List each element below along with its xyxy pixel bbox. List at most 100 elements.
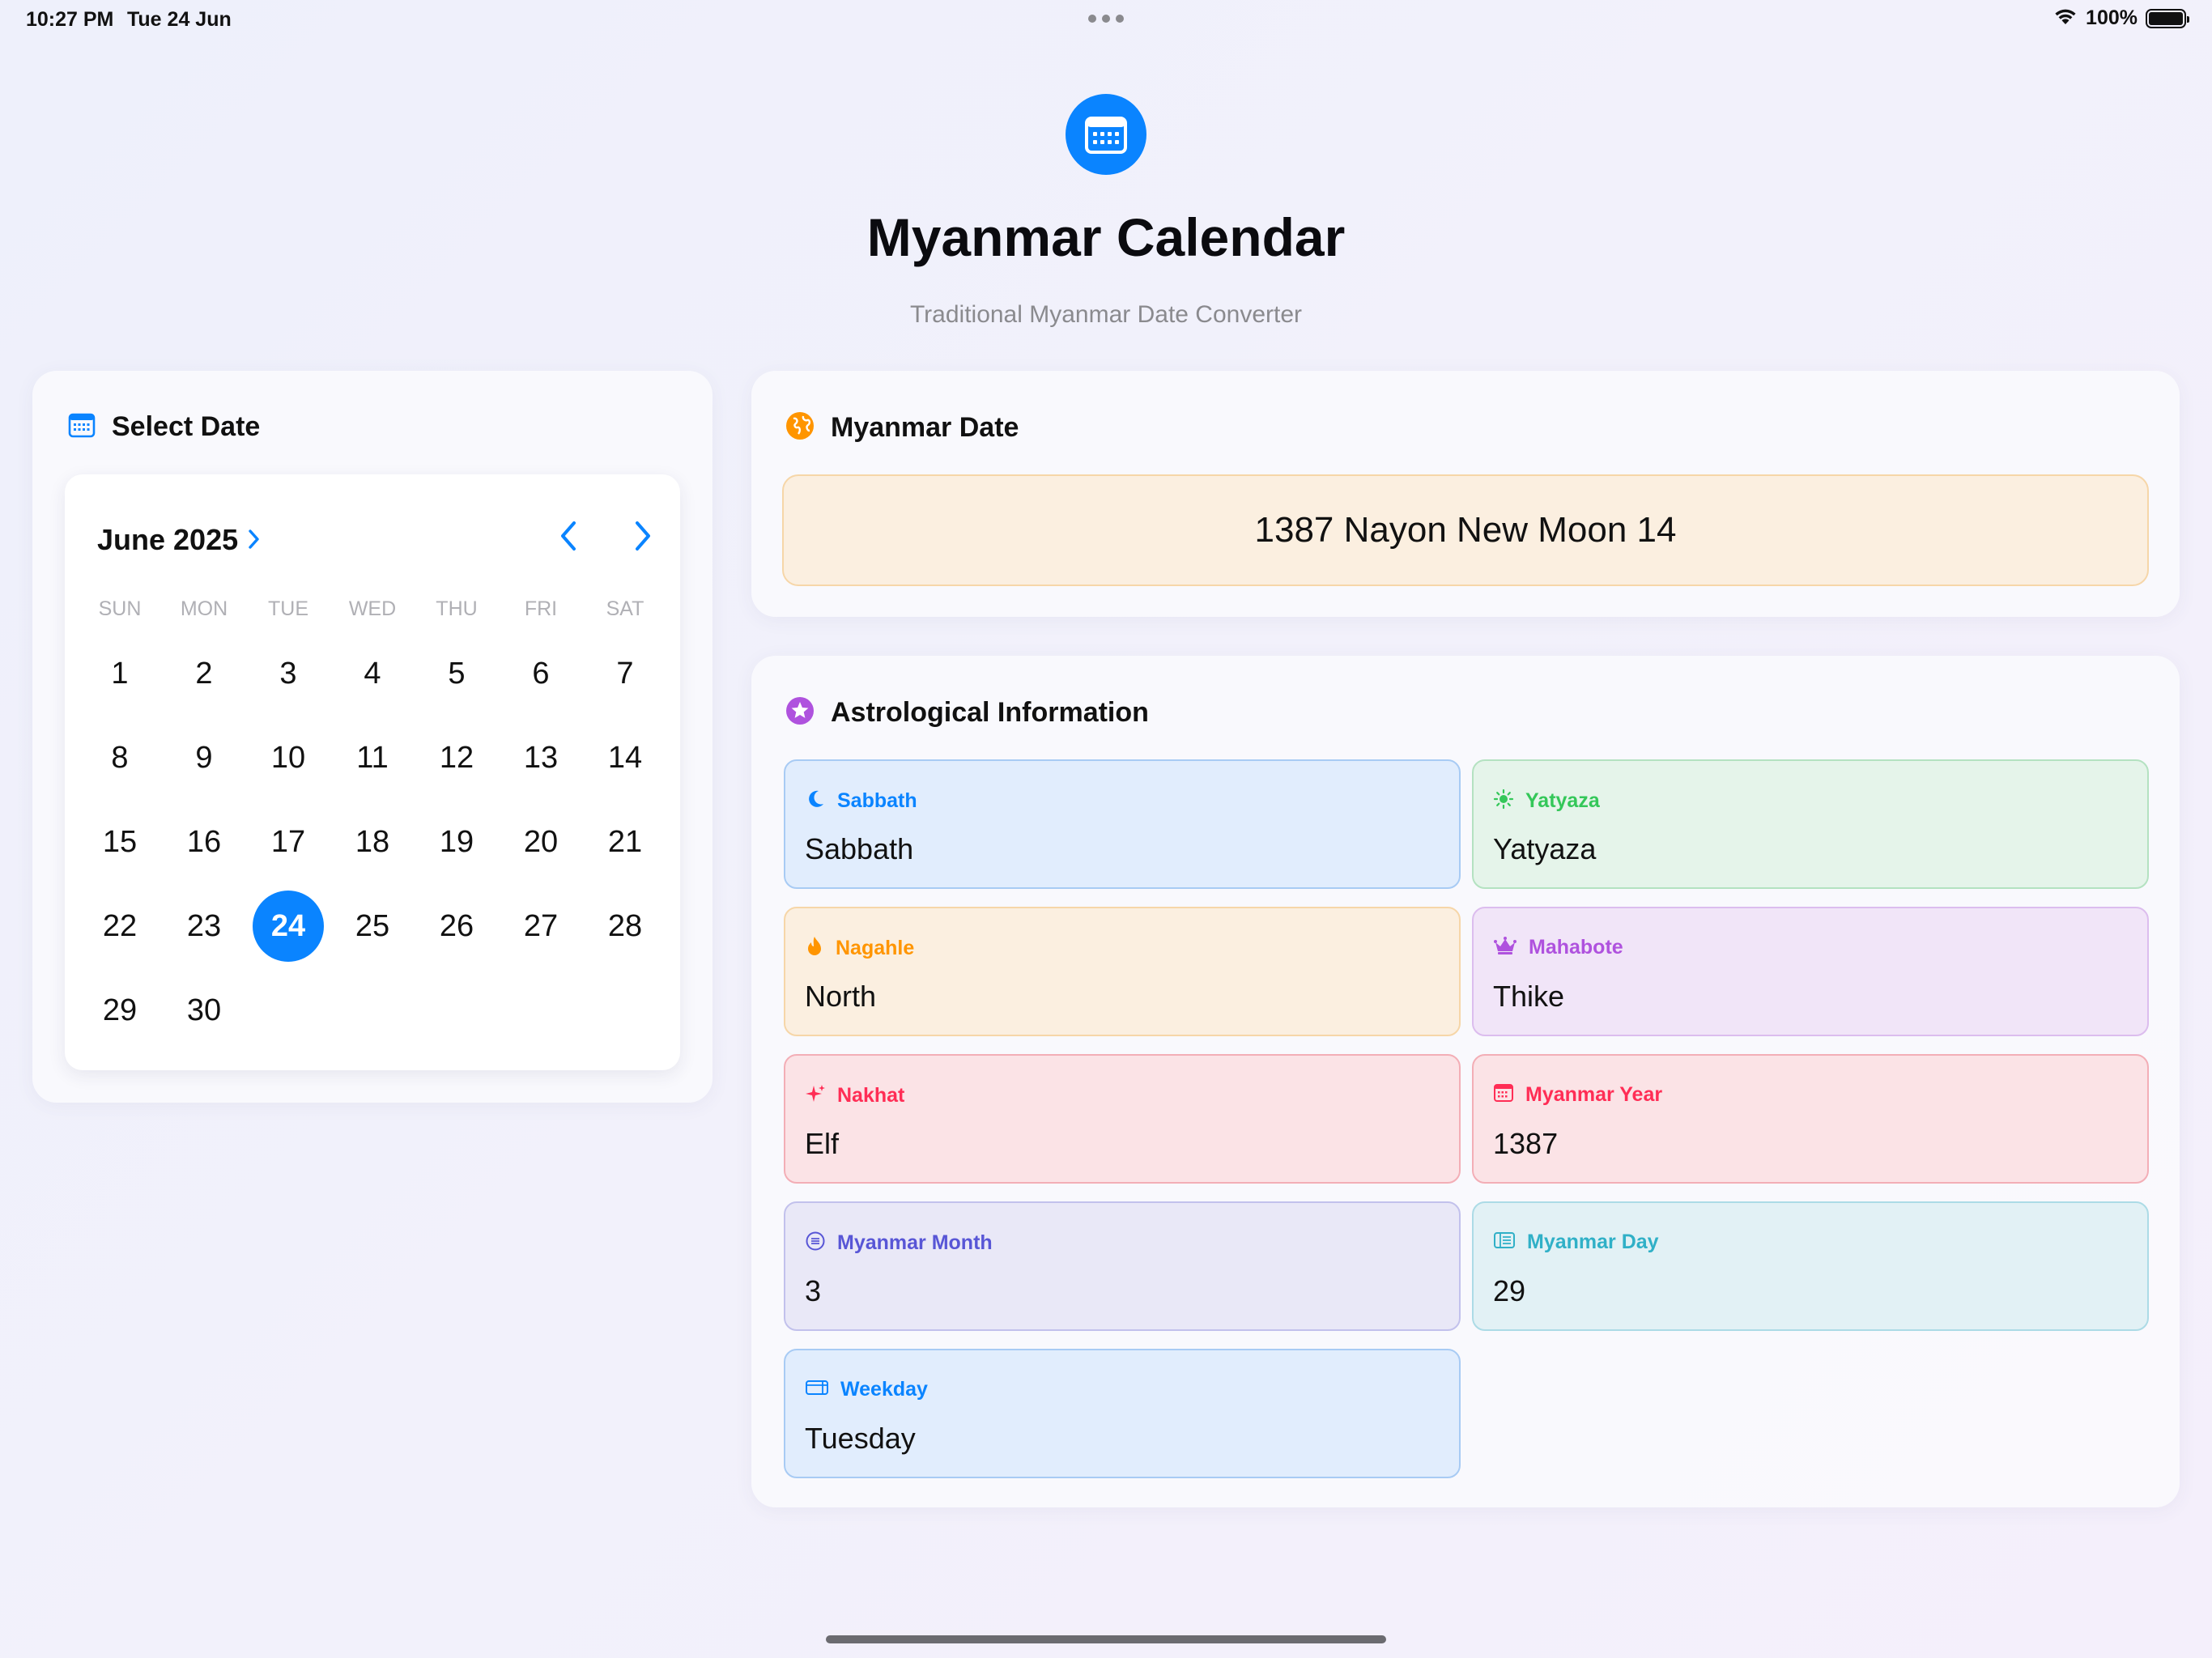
selected-day[interactable]: 24 (253, 891, 324, 962)
month-year-button[interactable]: June 2025 (97, 523, 261, 557)
tile-value: Sabbath (805, 832, 914, 865)
tile-label: Myanmar Day (1527, 1231, 1659, 1253)
calendar-day[interactable]: 8 (84, 722, 155, 793)
calendar-icon (68, 412, 96, 442)
tile-yatyaza: Yatyaza Yatyaza (1472, 759, 2149, 889)
list-icon (1493, 1231, 1516, 1254)
crown-icon (1493, 936, 1517, 959)
weekday-label: SAT (606, 597, 644, 620)
weekday-label: MON (180, 597, 228, 620)
calendar-day[interactable]: 27 (505, 891, 576, 962)
calendar-icon (1493, 1083, 1514, 1107)
tile-sabbath: Sabbath Sabbath (784, 759, 1461, 889)
moon-icon (805, 789, 826, 814)
tile-value: 1387 (1493, 1127, 1559, 1160)
calendar-day[interactable]: 3 (253, 638, 324, 709)
status-time: 10:27 PM (26, 8, 114, 31)
home-indicator[interactable] (826, 1635, 1386, 1643)
calendar-day[interactable]: 4 (337, 638, 408, 709)
tile-value: Thike (1493, 980, 1565, 1013)
weekday-header-row: SUN MON TUE WED THU FRI SAT (65, 597, 680, 621)
calendar-day[interactable]: 7 (589, 638, 661, 709)
weekday-label: SUN (98, 597, 142, 620)
status-right: 100% (2053, 6, 2189, 30)
tile-label: Nagahle (836, 937, 915, 959)
calendar-day[interactable]: 19 (421, 806, 492, 878)
tile-label: Weekday (840, 1378, 928, 1401)
calendar-day[interactable]: 9 (168, 722, 240, 793)
multitasking-dots-icon[interactable] (1088, 15, 1124, 23)
calendar-day[interactable]: 16 (168, 806, 240, 878)
wifi-icon (2053, 6, 2078, 30)
tile-weekday: Weekday Tuesday (784, 1349, 1461, 1478)
battery-percentage: 100% (2086, 6, 2138, 29)
tile-label: Sabbath (837, 789, 917, 812)
weekday-label: THU (436, 597, 478, 620)
calendar-day[interactable]: 12 (421, 722, 492, 793)
chevron-right-icon (636, 521, 650, 551)
calendar-day[interactable]: 22 (84, 891, 155, 962)
calendar-day[interactable]: 23 (168, 891, 240, 962)
calendar-day[interactable]: 20 (505, 806, 576, 878)
calendar-day[interactable]: 13 (505, 722, 576, 793)
tile-nagahle: Nagahle North (784, 907, 1461, 1036)
tile-label: Nakhat (837, 1084, 905, 1107)
myanmar-date-header: Myanmar Date (785, 411, 1019, 444)
tile-myanmar-day: Myanmar Day 29 (1472, 1201, 2149, 1331)
calendar-day[interactable]: 15 (84, 806, 155, 878)
calendar-day[interactable]: 25 (337, 891, 408, 962)
tile-label: Mahabote (1529, 936, 1623, 959)
tile-myanmar-year: Myanmar Year 1387 (1472, 1054, 2149, 1184)
myanmar-date-title: Myanmar Date (831, 412, 1019, 443)
tile-mahabote: Mahabote Thike (1472, 907, 2149, 1036)
calendar-day[interactable]: 26 (421, 891, 492, 962)
globe-icon (785, 411, 815, 444)
chevron-left-icon (561, 521, 576, 551)
calendar-day[interactable]: 21 (589, 806, 661, 878)
tile-nakhat: Nakhat Elf (784, 1054, 1461, 1184)
next-month-button[interactable] (623, 517, 662, 555)
moon-circle-icon (805, 1231, 826, 1256)
status-bar: 10:27 PM Tue 24 Jun 100% (0, 0, 2212, 39)
tile-myanmar-month: Myanmar Month 3 (784, 1201, 1461, 1331)
astrological-info-header: Astrological Information (785, 696, 1149, 729)
calendar-day[interactable]: 11 (337, 722, 408, 793)
tile-value: Tuesday (805, 1422, 916, 1455)
tile-label: Myanmar Year (1525, 1083, 1663, 1106)
select-date-title: Select Date (112, 411, 261, 442)
tile-value: 3 (805, 1274, 822, 1307)
month-label: June 2025 (97, 523, 239, 556)
chevron-right-small-icon (248, 523, 261, 557)
calendar-day[interactable]: 28 (589, 891, 661, 962)
weekday-label: WED (348, 597, 397, 620)
flame-icon (805, 936, 824, 961)
previous-month-button[interactable] (549, 517, 588, 555)
calendar-day[interactable]: 29 (84, 975, 155, 1046)
calendar-day[interactable]: 2 (168, 638, 240, 709)
calendar-day[interactable]: 10 (253, 722, 324, 793)
myanmar-date-value: 1387 Nayon New Moon 14 (782, 474, 2149, 586)
week-icon (805, 1378, 829, 1401)
calendar-day[interactable]: 5 (421, 638, 492, 709)
tile-value: North (805, 980, 877, 1013)
status-date: Tue 24 Jun (127, 8, 232, 31)
weekday-label: FRI (524, 597, 558, 620)
calendar-day[interactable]: 17 (253, 806, 324, 878)
sun-icon (1493, 789, 1514, 814)
tile-label: Myanmar Month (837, 1231, 993, 1254)
date-picker: June 2025 SUN MON TUE WED THU FRI SAT 12345678… (65, 474, 680, 1070)
calendar-day[interactable]: 30 (168, 975, 240, 1046)
tile-value: 29 (1493, 1274, 1526, 1307)
star-icon (785, 696, 815, 729)
select-date-header: Select Date (68, 411, 260, 443)
battery-icon (2146, 8, 2189, 28)
calendar-day[interactable]: 14 (589, 722, 661, 793)
astrological-info-title: Astrological Information (831, 697, 1149, 728)
tile-value: Elf (805, 1127, 840, 1160)
calendar-day[interactable]: 6 (505, 638, 576, 709)
calendar-day[interactable]: 18 (337, 806, 408, 878)
app-calendar-icon (1066, 94, 1146, 175)
calendar-day[interactable]: 1 (84, 638, 155, 709)
tile-label: Yatyaza (1525, 789, 1600, 812)
tile-value: Yatyaza (1493, 832, 1597, 865)
